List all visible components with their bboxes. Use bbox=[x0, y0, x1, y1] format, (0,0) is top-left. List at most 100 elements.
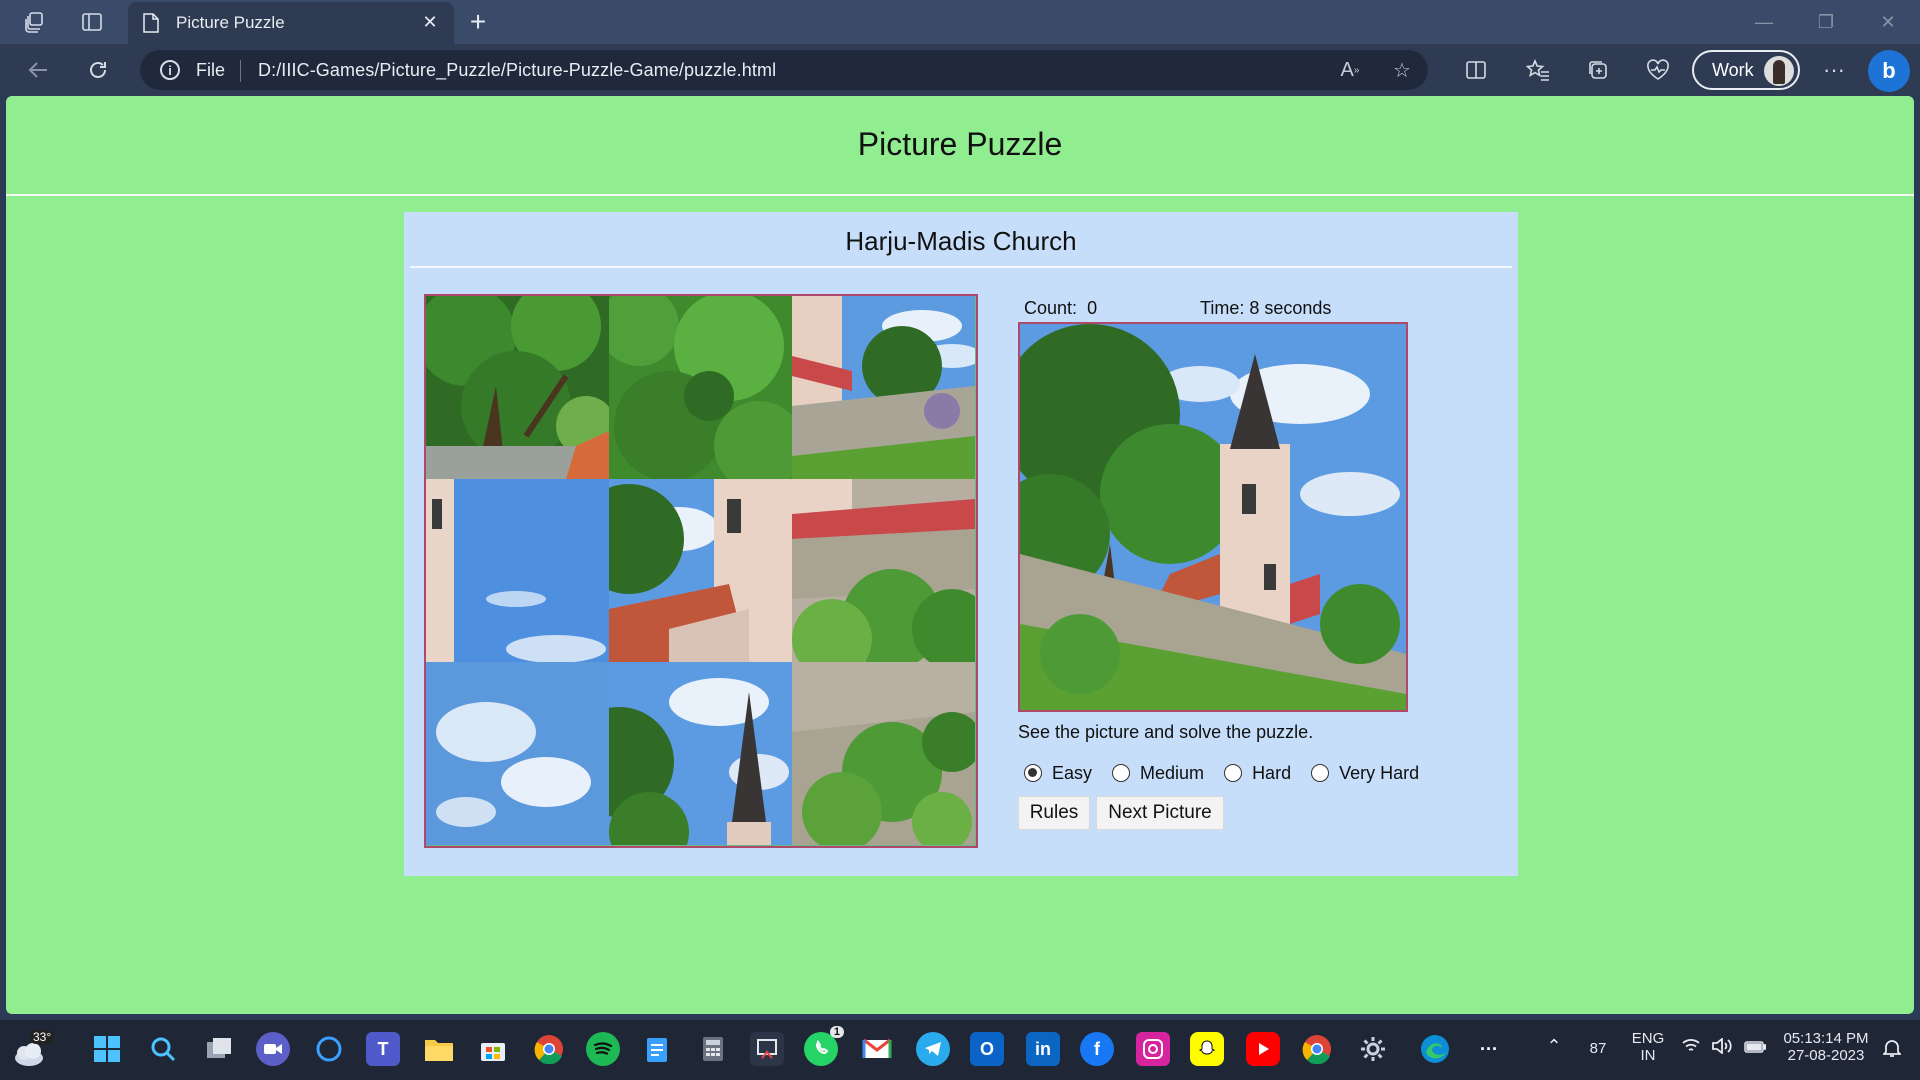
scheme-label: File bbox=[196, 60, 226, 80]
calculator-icon[interactable] bbox=[696, 1032, 730, 1066]
rules-button[interactable]: Rules bbox=[1018, 796, 1090, 830]
close-icon[interactable]: ✕ bbox=[418, 10, 442, 34]
chrome-icon[interactable] bbox=[532, 1032, 566, 1066]
level-easy[interactable]: Easy bbox=[1024, 763, 1092, 784]
info-icon[interactable]: i bbox=[160, 60, 180, 80]
difficulty-options: Easy Medium Hard Very Hard bbox=[1024, 760, 1439, 786]
cortana-icon[interactable] bbox=[312, 1032, 346, 1066]
level-hard-label: Hard bbox=[1252, 762, 1292, 783]
radio-medium[interactable] bbox=[1112, 764, 1131, 782]
gmail-icon[interactable] bbox=[860, 1032, 894, 1066]
web-page: Picture Puzzle Harju-Madis Church Count:… bbox=[6, 96, 1914, 1014]
puzzle-tile[interactable] bbox=[426, 662, 609, 845]
next-picture-button[interactable]: Next Picture bbox=[1096, 796, 1224, 830]
outlook-icon[interactable]: O bbox=[970, 1032, 1004, 1066]
navigation-bar: i File D:/IIIC-Games/Picture_Puzzle/Pict… bbox=[0, 44, 1920, 96]
count-label: Count: bbox=[1024, 298, 1078, 318]
collections-icon[interactable] bbox=[1580, 52, 1616, 88]
wifi-icon[interactable] bbox=[1680, 1038, 1702, 1058]
task-view-icon[interactable] bbox=[202, 1032, 236, 1066]
copilot-icon[interactable]: b bbox=[1868, 50, 1910, 92]
whatsapp-badge: 1 bbox=[829, 1026, 844, 1038]
puzzle-tile[interactable] bbox=[792, 296, 975, 479]
clock-time: 05:13:14 PM bbox=[1783, 1030, 1869, 1047]
puzzle-tile[interactable] bbox=[609, 662, 792, 845]
snapchat-icon[interactable] bbox=[1190, 1032, 1224, 1066]
level-easy-label: Easy bbox=[1052, 762, 1093, 783]
puzzle-tile[interactable] bbox=[792, 479, 975, 662]
volume-icon[interactable] bbox=[1710, 1037, 1734, 1058]
puzzle-board bbox=[424, 294, 978, 848]
language-indicator[interactable]: ENG IN bbox=[1628, 1030, 1668, 1064]
more-apps-icon[interactable]: ··· bbox=[1472, 1032, 1506, 1066]
battery-percent: 87 bbox=[1589, 1040, 1607, 1057]
puzzle-tile[interactable] bbox=[426, 296, 609, 479]
restore-icon[interactable]: ❐ bbox=[1806, 6, 1846, 38]
radio-hard[interactable] bbox=[1224, 764, 1243, 782]
profile-button[interactable]: Work bbox=[1692, 50, 1800, 90]
youtube-icon[interactable] bbox=[1246, 1032, 1280, 1066]
title-divider bbox=[6, 194, 1914, 196]
browser-essentials-icon[interactable] bbox=[1640, 52, 1676, 88]
url-text[interactable]: D:/IIIC-Games/Picture_Puzzle/Picture-Puz… bbox=[258, 60, 776, 81]
clock[interactable]: 05:13:14 PM 27-08-2023 bbox=[1776, 1030, 1876, 1064]
taskbar: 33° T 1 O in f ··· ⌃ 87 ENG IN 05:13:14 … bbox=[0, 1020, 1920, 1080]
meet-icon[interactable] bbox=[256, 1032, 290, 1066]
file-explorer-icon[interactable] bbox=[422, 1032, 456, 1066]
radio-very-hard[interactable] bbox=[1311, 764, 1330, 782]
edge-icon[interactable] bbox=[1418, 1032, 1452, 1066]
settings-icon[interactable] bbox=[1356, 1032, 1390, 1066]
clock-date: 27-08-2023 bbox=[1787, 1047, 1865, 1064]
level-very-hard[interactable]: Very Hard bbox=[1311, 763, 1419, 784]
puzzle-tile[interactable] bbox=[609, 296, 792, 479]
weather-widget[interactable]: 33° bbox=[12, 1030, 55, 1070]
favorite-star-icon[interactable]: ☆ bbox=[1388, 56, 1416, 84]
split-screen-icon[interactable] bbox=[1458, 52, 1494, 88]
back-icon[interactable] bbox=[20, 52, 56, 88]
puzzle-tile[interactable] bbox=[792, 662, 975, 845]
language-code: ENG bbox=[1631, 1030, 1665, 1047]
instagram-icon[interactable] bbox=[1136, 1032, 1170, 1066]
window-close-icon[interactable]: ✕ bbox=[1868, 6, 1908, 38]
search-icon[interactable] bbox=[146, 1032, 180, 1066]
minimize-icon[interactable]: — bbox=[1744, 6, 1784, 38]
read-aloud-icon[interactable]: A» bbox=[1336, 56, 1364, 84]
level-medium[interactable]: Medium bbox=[1112, 763, 1204, 784]
notification-icon[interactable] bbox=[1880, 1038, 1904, 1062]
chrome-profile-icon[interactable] bbox=[1300, 1032, 1334, 1066]
level-very-hard-label: Very Hard bbox=[1339, 762, 1420, 783]
notepad-icon[interactable] bbox=[640, 1032, 674, 1066]
favorites-icon[interactable] bbox=[1520, 52, 1556, 88]
address-divider bbox=[240, 60, 241, 82]
tab-picture-puzzle[interactable]: Picture Puzzle ✕ bbox=[128, 2, 454, 44]
count-value: 0 bbox=[1087, 298, 1098, 318]
move-counter: Count: 0 bbox=[1024, 298, 1097, 319]
battery-icon[interactable] bbox=[1742, 1040, 1768, 1057]
new-tab-icon[interactable]: + bbox=[462, 6, 494, 38]
level-medium-label: Medium bbox=[1140, 762, 1205, 783]
workspaces-icon[interactable] bbox=[18, 6, 50, 38]
spotify-icon[interactable] bbox=[586, 1032, 620, 1066]
puzzle-tile[interactable] bbox=[609, 479, 792, 662]
chevron-up-icon[interactable]: ⌃ bbox=[1544, 1036, 1564, 1057]
panel-divider bbox=[410, 266, 1512, 268]
start-icon[interactable] bbox=[90, 1032, 124, 1066]
address-bar[interactable]: i File D:/IIIC-Games/Picture_Puzzle/Pict… bbox=[140, 50, 1428, 90]
tab-actions-icon[interactable] bbox=[76, 6, 108, 38]
page-title: Picture Puzzle bbox=[857, 126, 1063, 162]
puzzle-tile[interactable] bbox=[426, 479, 609, 662]
telegram-icon[interactable] bbox=[916, 1032, 950, 1066]
radio-easy[interactable] bbox=[1024, 764, 1042, 782]
weather-temp: 33° bbox=[30, 1030, 55, 1044]
more-icon[interactable]: ··· bbox=[1816, 52, 1852, 88]
store-icon[interactable] bbox=[476, 1032, 510, 1066]
facebook-icon[interactable]: f bbox=[1080, 1032, 1114, 1066]
linkedin-icon[interactable]: in bbox=[1026, 1032, 1060, 1066]
picture-name: Harju-Madis Church bbox=[845, 226, 1077, 256]
snipping-tool-icon[interactable] bbox=[750, 1032, 784, 1066]
level-hard[interactable]: Hard bbox=[1224, 763, 1291, 784]
profile-label: Work bbox=[1712, 60, 1754, 80]
teams-icon[interactable]: T bbox=[366, 1032, 400, 1066]
whatsapp-icon[interactable]: 1 bbox=[804, 1026, 844, 1066]
refresh-icon[interactable] bbox=[80, 52, 116, 88]
